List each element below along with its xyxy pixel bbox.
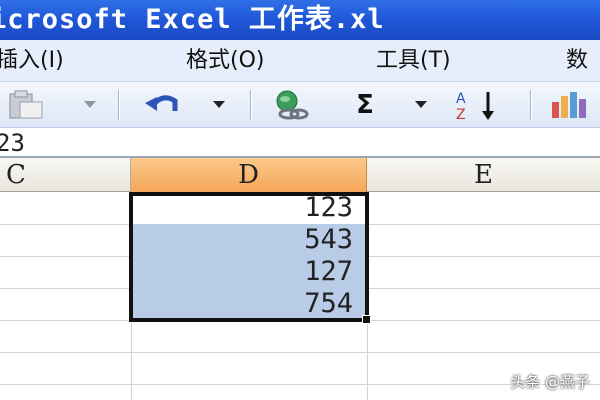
toolbar-separator [530,90,532,120]
dropdown-arrow-icon[interactable] [210,90,228,120]
toolbar-separator [250,90,252,120]
fill-handle[interactable] [362,315,371,324]
watermark: 头条 @燕子 [510,373,590,391]
sort-ascending-icon[interactable]: A Z [450,90,506,121]
menu-insert[interactable]: 插入(I) [0,40,64,81]
column-header-c[interactable]: C [0,158,131,192]
paste-icon[interactable] [4,90,52,120]
menu-format[interactable]: 格式(O) [186,40,264,81]
cell-d1[interactable]: 123 [131,192,367,224]
autosum-icon[interactable]: Σ [350,90,380,120]
menu-data[interactable]: 数 [566,40,588,81]
dropdown-arrow-icon[interactable] [82,90,98,120]
row-gridline [0,352,600,353]
toolbar-separator [118,90,120,120]
chart-wizard-icon[interactable] [548,90,596,120]
cell-d4[interactable]: 754 [131,288,367,320]
window-title-bar[interactable]: icrosoft Excel 工作表.xl [0,0,600,40]
column-headers: C D E [0,158,600,192]
standard-toolbar: Σ A Z [0,82,600,128]
formula-bar[interactable]: 23 [0,128,600,158]
svg-text:A: A [456,91,466,107]
menu-tools[interactable]: 工具(T) [376,40,451,81]
dropdown-arrow-icon[interactable] [412,90,430,120]
menu-bar: 插入(I) 格式(O) 工具(T) 数 [0,40,600,82]
column-header-d[interactable]: D [131,158,367,192]
window-title: icrosoft Excel 工作表.xl [0,4,385,35]
row-gridline [0,320,600,321]
hyperlink-globe-icon[interactable] [266,90,312,120]
worksheet-grid[interactable]: 123 543 127 754 [0,192,600,400]
cell-d2[interactable]: 543 [131,224,367,256]
undo-icon[interactable] [138,90,188,120]
cell-d3[interactable]: 127 [131,256,367,288]
column-gridline [367,192,368,400]
formula-bar-value: 23 [0,129,25,157]
column-header-e[interactable]: E [367,158,600,192]
svg-text:Z: Z [456,107,466,121]
